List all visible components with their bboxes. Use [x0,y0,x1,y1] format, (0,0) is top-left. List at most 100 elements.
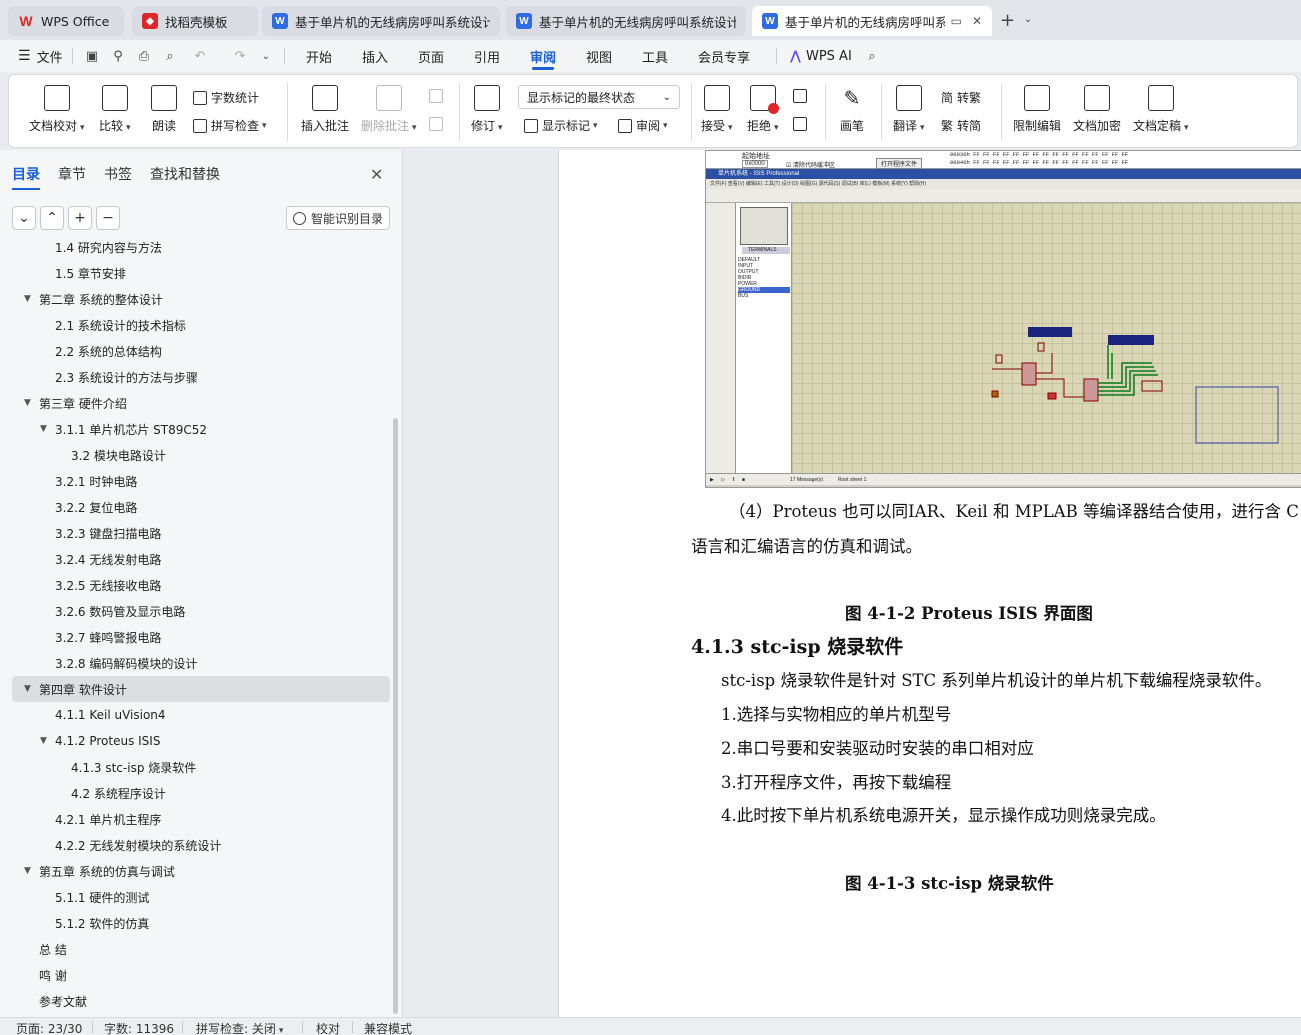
word-count-indicator[interactable]: 字数: 11396 [104,1020,174,1035]
toc-item[interactable]: ▼ 3.1.1 单片机芯片 ST89C52 [12,416,390,442]
toc-item[interactable]: 3.2.3 键盘扫描电路 [12,520,390,546]
tab-document-2[interactable]: W 基于单片机的无线病房呼叫系统设计 3 [506,6,746,36]
track-changes-button[interactable]: 修订 ▾ [471,85,503,134]
expand-arrow-icon[interactable]: ▼ [24,684,31,694]
toc-item[interactable]: 1.4 研究内容与方法 [12,236,390,260]
page-indicator[interactable]: 页面: 23/30 [16,1020,82,1035]
remove-heading-button[interactable]: − [96,206,120,230]
wps-ai-button[interactable]: ⋀ WPS AI [790,40,852,72]
nav-tab-toc[interactable]: 目录 [12,164,40,190]
quick-access-chevron-icon[interactable]: ⌄ [258,48,274,64]
to-simplified-button[interactable]: 繁 转简 [941,117,981,134]
toc-item[interactable]: 4.2.2 无线发射模块的系统设计 [12,832,390,858]
toc-item[interactable]: 参考文献 [12,988,390,1014]
encrypt-doc-button[interactable]: 文档加密 [1073,85,1121,134]
toc-item[interactable]: 1.5 章节安排 [12,260,390,286]
toc-item[interactable]: 3.2.5 无线接收电路 [12,572,390,598]
menu-insert[interactable]: 插入 [362,40,388,72]
toc-item[interactable]: 2.1 系统设计的技术指标 [12,312,390,338]
toc-item[interactable]: 鸣 谢 [12,962,390,988]
expand-arrow-icon[interactable]: ▼ [24,398,31,408]
nav-scrollbar[interactable] [393,418,398,1014]
toc-item[interactable]: 5.1.1 硬件的测试 [12,884,390,910]
close-icon[interactable]: ✕ [370,165,383,184]
tab-docer[interactable]: ◆ 找稻壳模板 [132,6,258,36]
menu-view[interactable]: 视图 [586,40,612,72]
compare-button[interactable]: 比较 ▾ [99,85,131,134]
new-tab-plus-icon[interactable]: + [1000,10,1015,31]
toc-item[interactable]: 4.2 系统程序设计 [12,780,390,806]
toc-item[interactable]: 4.2.1 单片机主程序 [12,806,390,832]
toc-item[interactable]: ▼ 第五章 系统的仿真与调试 [12,858,390,884]
prev-comment-button[interactable] [429,89,447,103]
toc-item[interactable]: 总 结 [12,936,390,962]
toc-item[interactable]: 3.2.4 无线发射电路 [12,546,390,572]
close-tab-icon[interactable]: ✕ [972,14,982,28]
expand-arrow-icon[interactable]: ▼ [24,294,31,304]
proofread-status[interactable]: 校对 [316,1020,340,1035]
toc-item[interactable]: ▼ 4.1.2 Proteus ISIS [12,728,390,754]
restrict-edit-button[interactable]: 限制编辑 [1013,85,1061,134]
nav-tab-find-replace[interactable]: 查找和替换 [150,164,220,184]
smart-toc-button[interactable]: 智能识别目录 [286,206,390,230]
expand-arrow-icon[interactable]: ▼ [40,736,47,746]
reject-button[interactable]: 拒绝 ▾ [747,85,779,134]
doc-proofread-button[interactable]: 文档校对 ▾ [29,85,85,134]
share-link-icon[interactable]: ⚲ [110,48,126,64]
search-icon[interactable]: ⌕ [864,48,880,64]
redo-icon[interactable]: ↷ [232,48,248,64]
nav-tab-chapters[interactable]: 章节 [58,164,86,184]
word-count-button[interactable]: 字数统计 [193,89,259,106]
menu-reference[interactable]: 引用 [474,40,500,72]
read-aloud-button[interactable]: 朗读 [151,85,177,134]
translate-button[interactable]: 翻译 ▾ [893,85,925,134]
collapse-all-button[interactable]: ⌃ [40,206,64,230]
menu-tools[interactable]: 工具 [642,40,668,72]
toc-item[interactable]: 2.3 系统设计的方法与步骤 [12,364,390,390]
delete-comment-button[interactable]: 删除批注 ▾ [361,85,417,134]
toc-item[interactable]: 3.2.8 编码解码模块的设计 [12,650,390,676]
expand-arrow-icon[interactable]: ▼ [24,866,31,876]
toc-item-selected[interactable]: ▼ 第四章 软件设计 [12,676,390,702]
review-pane-button[interactable]: 审阅 ▾ [618,117,668,134]
accept-button[interactable]: 接受 ▾ [701,85,733,134]
toc-item[interactable]: 2.2 系统的总体结构 [12,338,390,364]
insert-comment-button[interactable]: 插入批注 [301,85,349,134]
expand-all-button[interactable]: ⌄ [12,206,36,230]
toc-item[interactable]: 4.1.1 Keil uVision4 [12,702,390,728]
prev-change-button[interactable] [793,89,811,103]
menu-review[interactable]: 审阅 [530,40,556,72]
expand-arrow-icon[interactable]: ▼ [40,424,47,434]
toc-item[interactable]: 3.2.1 时钟电路 [12,468,390,494]
to-traditional-button[interactable]: 简 转繁 [941,89,981,106]
print-icon[interactable]: ⎙ [136,48,152,64]
toc-item[interactable]: 3.2.2 复位电路 [12,494,390,520]
spell-check-button[interactable]: 拼写检查 ▾ [193,117,267,134]
save-icon[interactable]: ▣ [84,48,100,64]
next-change-button[interactable] [793,117,811,131]
spell-check-status[interactable]: 拼写检查: 关闭 ▾ [196,1020,283,1035]
markup-state-select[interactable]: 显示标记的最终状态 ⌄ [518,85,680,109]
tab-list-chevron-icon[interactable]: ⌄ [1024,14,1032,25]
nav-tab-bookmarks[interactable]: 书签 [104,164,132,184]
print-preview-icon[interactable]: ⌕ [162,48,178,64]
add-heading-button[interactable]: + [68,206,92,230]
next-comment-button[interactable] [429,117,447,131]
pen-button[interactable]: ✎ 画笔 [839,85,865,134]
menu-home[interactable]: 开始 [306,40,332,72]
tab-wps-office[interactable]: W WPS Office [8,6,124,36]
toc-item[interactable]: 3.2.6 数码管及显示电路 [12,598,390,624]
toc-item[interactable]: 3.2 模块电路设计 [12,442,390,468]
finalize-doc-button[interactable]: 文档定稿 ▾ [1133,85,1189,134]
toc-item[interactable]: ▼ 第二章 系统的整体设计 [12,286,390,312]
toc-item[interactable]: 5.1.2 软件的仿真 [12,910,390,936]
tab-document-1[interactable]: W 基于单片机的无线病房呼叫系统设计（ [262,6,500,36]
toc-item[interactable]: ▼ 第三章 硬件介绍 [12,390,390,416]
menu-member[interactable]: 会员专享 [698,40,750,72]
show-markup-button[interactable]: 显示标记 ▾ [524,117,598,134]
tab-document-3-active[interactable]: W 基于单片机的无线病房呼叫系统 ▭ ✕ [752,6,992,36]
window-preview-icon[interactable]: ▭ [951,14,962,28]
toc-item[interactable]: 4.1.3 stc-isp 烧录软件 [12,754,390,780]
undo-icon[interactable]: ↶ [192,48,208,64]
file-menu[interactable]: ☰ 文件 [18,40,63,72]
